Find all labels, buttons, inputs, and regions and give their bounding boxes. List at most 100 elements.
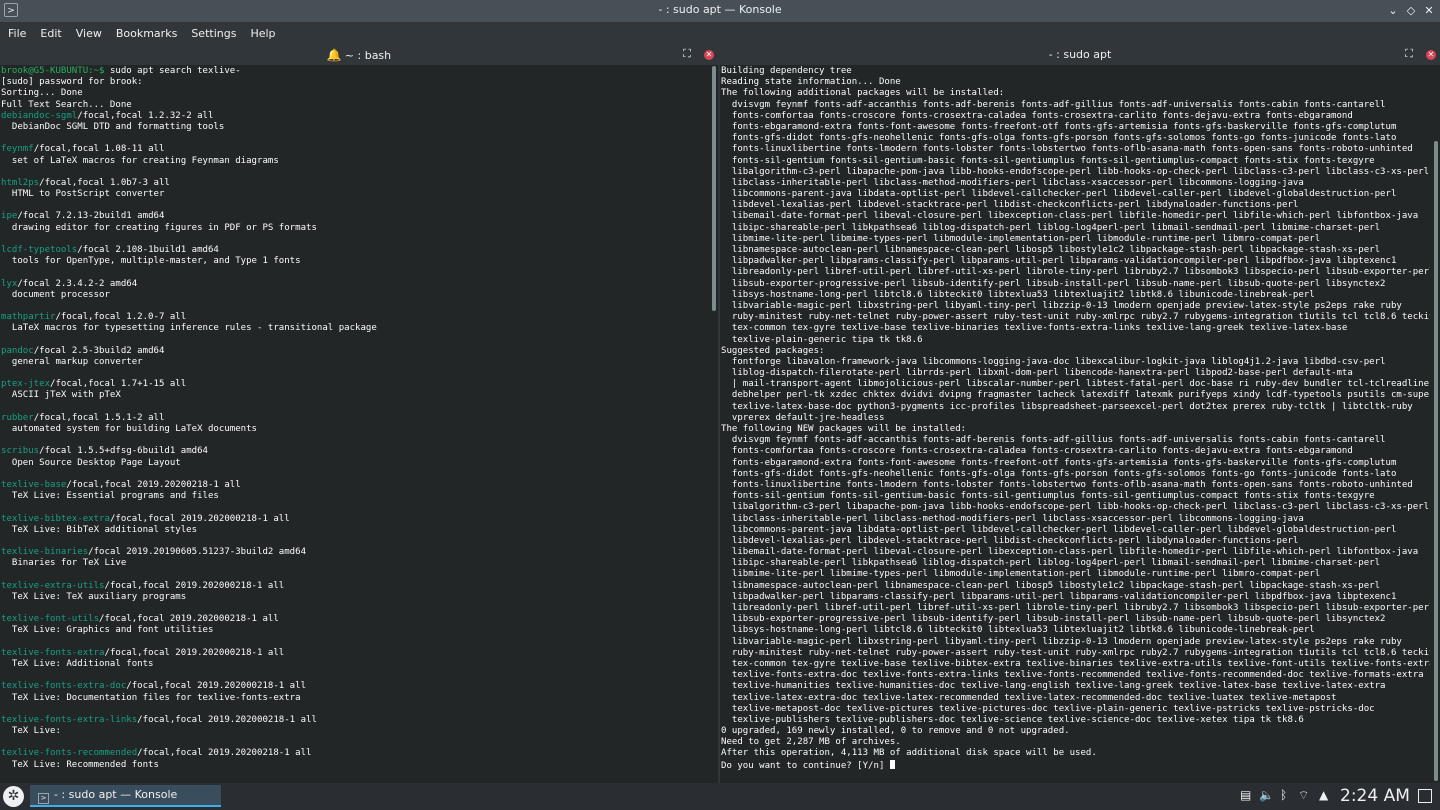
taskbar-task-konsole[interactable]: > - : sudo apt — Konsole: [30, 785, 221, 807]
terminal-text: Reading state information... Done: [721, 77, 901, 88]
application-launcher-icon[interactable]: ✲: [3, 786, 24, 807]
terminal-text: texlive-humanities texlive-humanities-do…: [721, 681, 1386, 692]
terminal-pane-left[interactable]: 🔔 ~ : bash ⛶ ✕ brook@G5-KUBUNTU:~$ sudo a…: [0, 45, 718, 783]
terminal-line: TeX Live: Additional fonts: [1, 659, 708, 670]
terminal-text: tex-common tex-gyre texlive-base texlive…: [721, 323, 1348, 334]
terminal-line: texlive-fonts-recommended/focal,focal 20…: [1, 748, 708, 759]
menu-edit[interactable]: Edit: [33, 22, 68, 40]
terminal-text: TeX Live: Essential programs and files: [1, 491, 219, 502]
terminal-line: texlive-humanities texlive-humanities-do…: [721, 681, 1430, 692]
menu-settings[interactable]: Settings: [184, 22, 243, 40]
terminal-text: fonts-comfortaa fonts-croscore fonts-cro…: [721, 110, 1353, 121]
terminal-line: LaTeX macros for typesetting inference r…: [1, 323, 708, 334]
show-desktop-icon[interactable]: [1418, 789, 1432, 803]
terminal-line: libsys-hostname-long-perl libtcl8.6 libt…: [721, 290, 1430, 301]
expand-tray-icon[interactable]: ▲: [1319, 788, 1328, 802]
terminal-line: TeX Live:: [1, 726, 708, 737]
package-name: html2ps: [1, 177, 40, 188]
terminal-line: Suggested packages:: [721, 346, 1430, 357]
menu-file[interactable]: File: [0, 22, 33, 40]
scrollbar-right[interactable]: [1432, 66, 1440, 783]
terminal-line: The following NEW packages will be insta…: [721, 424, 1430, 435]
terminal-line: fonts-comfortaa fonts-croscore fonts-cro…: [721, 111, 1430, 122]
terminal-line: texlive-binaries/focal 2019.20190605.512…: [1, 547, 708, 558]
menu-bookmarks[interactable]: Bookmarks: [109, 22, 184, 40]
menu-help[interactable]: Help: [243, 22, 282, 40]
terminal-line: [sudo] password for brook:: [1, 77, 708, 88]
terminal-line: debhelper perl-tk xzdec chktex dvidvi dv…: [721, 390, 1430, 401]
terminal-text: /focal,focal 2019.202000218-1 all: [109, 513, 290, 524]
terminal-line: libcommons-parent-java libdata-optlist-p…: [721, 189, 1430, 200]
close-pane-icon[interactable]: ✕: [704, 50, 714, 60]
package-name: texlive-fonts-extra: [1, 647, 105, 658]
maximize-pane-icon[interactable]: ⛶: [680, 47, 694, 61]
bell-icon: 🔔: [326, 48, 342, 62]
terminal-text: libclass-inheritable-perl libclass-metho…: [721, 177, 1304, 188]
terminal-line: pandoc/focal 2.5-3build2 amd64: [1, 346, 708, 357]
pane-title-left: ~ : bash: [344, 49, 392, 62]
terminal-line: Reading state information... Done: [721, 77, 1430, 88]
menu-view[interactable]: View: [69, 22, 109, 40]
volume-icon[interactable]: 🔈: [1259, 788, 1274, 802]
terminal-text: TeX Live: Documentation files for texliv…: [1, 692, 301, 703]
bluetooth-icon[interactable]: ᛒ: [1280, 788, 1287, 802]
scrollbar-thumb-left[interactable]: [712, 66, 716, 311]
terminal-line: vprerex default-jre-headless: [721, 413, 1430, 424]
terminal-line: html2ps/focal,focal 1.0b7-3 all: [1, 178, 708, 189]
maximize-button[interactable]: ◇: [1403, 3, 1419, 19]
terminal-text: libmime-lite-perl libmime-types-perl lib…: [721, 233, 1321, 244]
terminal-line: texlive-base/focal,focal 2019.20200218-1…: [1, 480, 708, 491]
taskbar: ✲ > - : sudo apt — Konsole ▤ 🔈 ᛒ ⌔ ▲ 2:24…: [0, 783, 1440, 810]
terminal-output-right[interactable]: Building dependency tree Reading state in…: [721, 66, 1430, 783]
terminal-text: texlive-metapost-doc texlive-pictures te…: [721, 703, 1375, 714]
terminal-text: texlive-latex-base-doc python3-pygments …: [721, 401, 1413, 412]
terminal-text: fonts-comfortaa fonts-croscore fonts-cro…: [721, 446, 1353, 457]
window-titlebar[interactable]: > - : sudo apt — Konsole ⌄ ◇ ✕: [0, 0, 1440, 22]
minimize-button[interactable]: ⌄: [1385, 3, 1401, 19]
terminal-line: texlive-font-utils/focal,focal 2019.2020…: [1, 614, 708, 625]
terminal-line: fonts-linuxlibertine fonts-lmodern fonts…: [721, 480, 1430, 491]
terminal-output-left[interactable]: brook@G5-KUBUNTU:~$ sudo apt search texl…: [1, 66, 708, 783]
terminal-text: /focal 2.3.4.2-2 amd64: [17, 278, 138, 289]
terminal-text: libipc-shareable-perl libkpathsea6 liblo…: [721, 222, 1381, 233]
close-pane-icon[interactable]: ✕: [1426, 50, 1436, 60]
scrollbar-left[interactable]: [710, 66, 718, 783]
terminal-text: texlive-publishers texlive-publishers-do…: [721, 714, 1304, 725]
clock[interactable]: 2:24 AM: [1340, 786, 1410, 806]
terminal-line: ASCII jTeX with pTeX: [1, 390, 708, 401]
terminal-line: libnamespace-autoclean-perl libnamespace…: [721, 581, 1430, 592]
terminal-line: libalgorithm-c3-perl libapache-pom-java …: [721, 167, 1430, 178]
terminal-text: /focal 2.5-3build2 amd64: [33, 345, 165, 356]
network-icon[interactable]: ⌔: [1298, 788, 1309, 803]
terminal-line: libcommons-parent-java libdata-optlist-p…: [721, 525, 1430, 536]
clipboard-icon[interactable]: ▤: [1240, 788, 1251, 802]
terminal-line: libipc-shareable-perl libkpathsea6 liblo…: [721, 558, 1430, 569]
terminal-text: libvariable-magic-perl libxstring-perl l…: [721, 636, 1402, 647]
terminal-line: texlive-extra-utils/focal,focal 2019.202…: [1, 581, 708, 592]
terminal-line: libalgorithm-c3-perl libapache-pom-java …: [721, 502, 1430, 513]
maximize-pane-icon[interactable]: ⛶: [1402, 47, 1416, 61]
terminal-text: vprerex default-jre-headless: [721, 412, 885, 423]
terminal-text: tex-common tex-gyre texlive-base texlive…: [721, 658, 1430, 669]
terminal-line: libpadwalker-perl libparams-classify-per…: [721, 256, 1430, 267]
terminal-line: Sorting... Done: [1, 88, 708, 99]
terminal-line: TeX Live: Essential programs and files: [1, 491, 708, 502]
terminal-line: fonts-ebgaramond-extra fonts-font-awesom…: [721, 458, 1430, 469]
terminal-text: /focal,focal 2019.202000218-1 all: [99, 614, 279, 625]
terminal-text: liblog-dispatch-filerotate-perl librrds-…: [721, 368, 1353, 379]
terminal-text: 0 upgraded, 169 newly installed, 0 to re…: [721, 726, 1070, 737]
terminal-line: fonts-sil-gentium fonts-sil-gentium-basi…: [721, 491, 1430, 502]
terminal-line: liblog-dispatch-filerotate-perl librrds-…: [721, 368, 1430, 379]
terminal-line: debiandoc-sgml/focal,focal 1.2.32-2 all: [1, 111, 708, 122]
terminal-text: /focal 2.108-1build1 amd64: [77, 245, 219, 255]
terminal-line: feynmf/focal,focal 1.08-11 all: [1, 144, 708, 155]
terminal-text: fonts-ebgaramond-extra fonts-font-awesom…: [721, 121, 1397, 132]
terminal-text: fonts-sil-gentium fonts-sil-gentium-basi…: [721, 491, 1375, 502]
terminal-pane-right[interactable]: - : sudo apt ⛶ ✕ Building dependency tre…: [720, 45, 1440, 783]
close-window-button[interactable]: ✕: [1421, 3, 1437, 19]
terminal-text: fonts-linuxlibertine fonts-lmodern fonts…: [721, 144, 1413, 155]
terminal-text: /focal,focal 2019.20200218-1 all: [137, 748, 312, 759]
scrollbar-thumb-right[interactable]: [1434, 141, 1438, 781]
